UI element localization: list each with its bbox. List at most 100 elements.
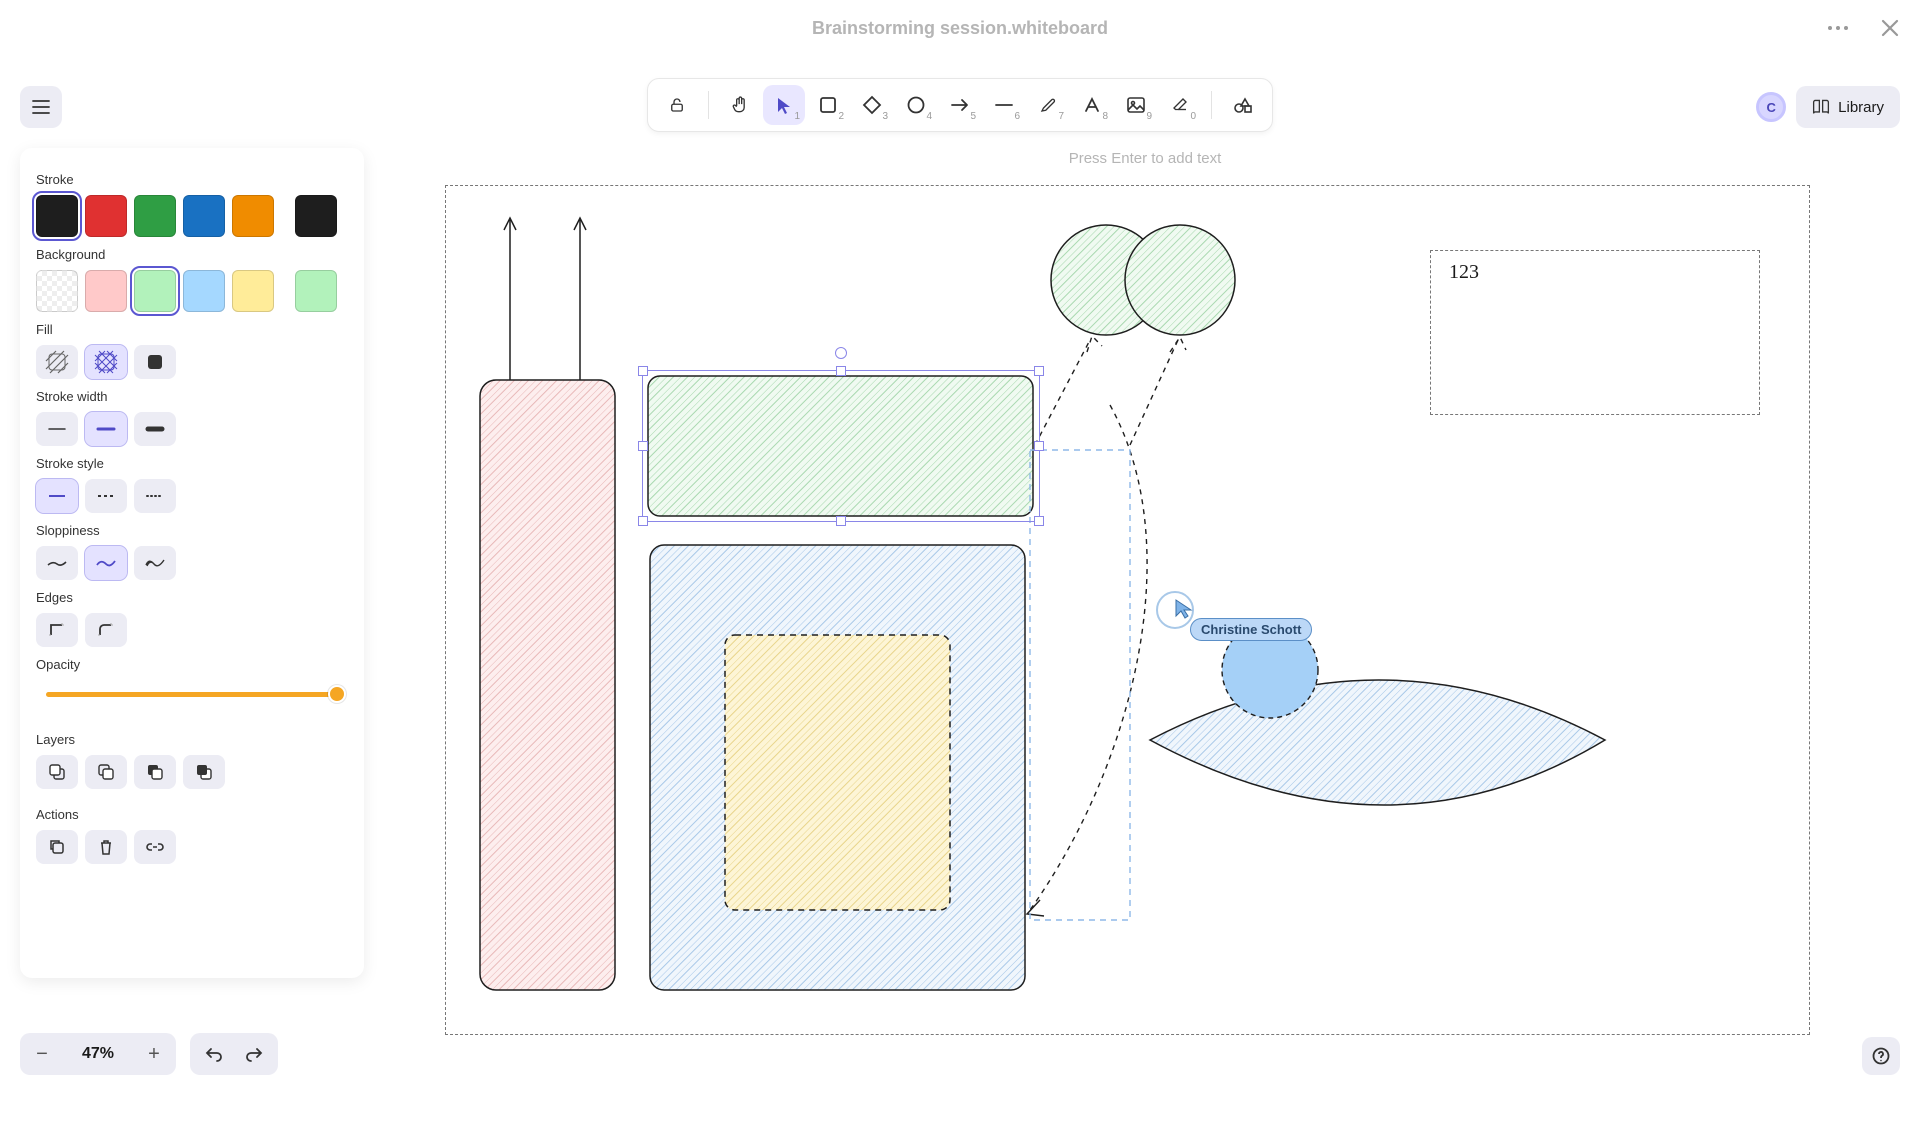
close-icon[interactable] (1876, 14, 1904, 42)
opacity-slider[interactable] (36, 684, 348, 704)
tool-text[interactable]: 8 (1071, 85, 1113, 125)
stroke-color-red[interactable] (85, 195, 127, 237)
shape-circle-right[interactable] (1125, 225, 1235, 335)
sloppiness-artist[interactable] (85, 546, 127, 580)
edges-sharp[interactable] (36, 613, 78, 647)
frame-text[interactable]: 123 (1430, 250, 1760, 415)
stroke-color-current[interactable] (295, 195, 337, 237)
edges (36, 613, 348, 647)
sloppiness-cartoonist[interactable] (134, 546, 176, 580)
zoom-in-button[interactable]: + (140, 1043, 168, 1066)
label-stroke: Stroke (36, 172, 348, 187)
toolbar-separator (1211, 91, 1212, 119)
undo-button[interactable] (196, 1036, 232, 1072)
tool-image[interactable]: 9 (1115, 85, 1157, 125)
label-opacity: Opacity (36, 657, 348, 672)
tool-lock[interactable] (656, 85, 698, 125)
tool-diamond[interactable]: 3 (851, 85, 893, 125)
stroke-style-dashed[interactable] (85, 479, 127, 513)
label-layers: Layers (36, 732, 348, 747)
label-stroke-style: Stroke style (36, 456, 348, 471)
selection-box[interactable] (642, 370, 1040, 522)
text-node[interactable]: 123 (1449, 261, 1479, 284)
remote-selection (1030, 450, 1130, 920)
selection-rotate[interactable] (835, 347, 847, 359)
stroke-color-black[interactable] (36, 195, 78, 237)
layer-send-to-back[interactable] (36, 755, 78, 789)
selection-handle-n[interactable] (836, 366, 846, 376)
action-delete[interactable] (85, 830, 127, 864)
zoom-out-button[interactable]: − (28, 1043, 56, 1066)
sloppiness (36, 546, 348, 580)
label-actions: Actions (36, 807, 348, 822)
layer-bring-forward[interactable] (134, 755, 176, 789)
selection-handle-w[interactable] (638, 441, 648, 451)
bg-color-blue[interactable] (183, 270, 225, 312)
shape-yellow-rect[interactable] (725, 635, 950, 910)
more-icon[interactable] (1824, 14, 1852, 42)
layer-bring-to-front[interactable] (183, 755, 225, 789)
stroke-colors (36, 195, 348, 237)
selection-handle-ne[interactable] (1034, 366, 1044, 376)
fill-crosshatch[interactable] (85, 345, 127, 379)
stroke-width (36, 412, 348, 446)
document-title: Brainstorming session.whiteboard (812, 18, 1108, 39)
tool-arrow[interactable]: 5 (939, 85, 981, 125)
label-edges: Edges (36, 590, 348, 605)
library-button[interactable]: Library (1796, 86, 1900, 128)
top-right-cluster: C Library (1756, 86, 1900, 128)
fill-style (36, 345, 348, 379)
user-avatar[interactable]: C (1756, 92, 1786, 122)
bg-color-yellow[interactable] (232, 270, 274, 312)
actions-row (36, 830, 348, 864)
selection-handle-s[interactable] (836, 516, 846, 526)
book-icon (1812, 99, 1830, 115)
tool-line[interactable]: 6 (983, 85, 1025, 125)
zoom-cluster: − 47% + (20, 1033, 278, 1075)
undo-redo (190, 1033, 278, 1075)
stroke-width-thin[interactable] (36, 412, 78, 446)
fill-hachure[interactable] (36, 345, 78, 379)
stroke-color-orange[interactable] (232, 195, 274, 237)
stroke-width-med[interactable] (85, 412, 127, 446)
selection-handle-se[interactable] (1034, 516, 1044, 526)
tool-shapes[interactable] (1222, 85, 1264, 125)
stroke-width-thick[interactable] (134, 412, 176, 446)
redo-button[interactable] (236, 1036, 272, 1072)
tool-ellipse[interactable]: 4 (895, 85, 937, 125)
layer-send-backward[interactable] (85, 755, 127, 789)
zoom-value[interactable]: 47% (82, 1045, 114, 1063)
tool-select[interactable]: 1 (763, 85, 805, 125)
edges-round[interactable] (85, 613, 127, 647)
bg-color-green[interactable] (134, 270, 176, 312)
menu-button[interactable] (20, 86, 62, 128)
selection-handle-sw[interactable] (638, 516, 648, 526)
stroke-color-green[interactable] (134, 195, 176, 237)
stroke-color-blue[interactable] (183, 195, 225, 237)
tool-draw[interactable]: 7 (1027, 85, 1069, 125)
selection-handle-nw[interactable] (638, 366, 648, 376)
shape-dashed-arrows[interactable] (1035, 336, 1186, 445)
tool-hand[interactable] (719, 85, 761, 125)
canvas[interactable]: Press Enter to add text (390, 130, 1900, 1075)
selection-handle-e[interactable] (1034, 441, 1044, 451)
bg-color-current[interactable] (295, 270, 337, 312)
stroke-style-dotted[interactable] (134, 479, 176, 513)
sloppiness-architect[interactable] (36, 546, 78, 580)
bg-color-transparent[interactable] (36, 270, 78, 312)
toolbar: 1 2 3 4 5 6 7 8 9 0 (647, 78, 1273, 132)
action-duplicate[interactable] (36, 830, 78, 864)
shape-pink-rect[interactable] (480, 380, 615, 990)
shape-arrows-up[interactable] (504, 218, 586, 380)
fill-solid[interactable] (134, 345, 176, 379)
tool-rectangle[interactable]: 2 (807, 85, 849, 125)
properties-panel: Stroke Background Fill Stroke width Stro… (20, 148, 364, 978)
bg-color-pink[interactable] (85, 270, 127, 312)
stroke-style-solid[interactable] (36, 479, 78, 513)
layers-row (36, 755, 348, 789)
shape-diamond[interactable] (1150, 680, 1605, 805)
tool-eraser[interactable]: 0 (1159, 85, 1201, 125)
label-fill: Fill (36, 322, 348, 337)
action-link[interactable] (134, 830, 176, 864)
library-label: Library (1838, 99, 1884, 116)
